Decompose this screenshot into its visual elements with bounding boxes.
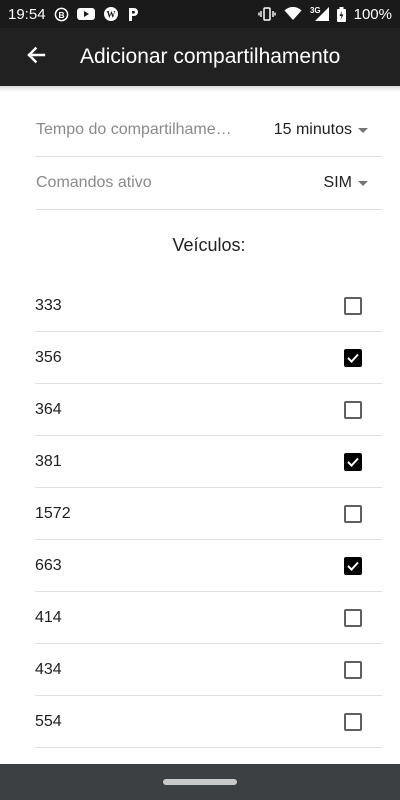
vehicle-checkbox[interactable] (344, 712, 362, 731)
dropdown-caret-icon (358, 127, 368, 133)
commands-active-label: Comandos ativo (36, 174, 152, 191)
svg-text:B: B (58, 9, 64, 19)
check-icon (347, 353, 359, 363)
vehicle-checkbox[interactable] (344, 608, 362, 627)
vehicle-checkbox[interactable] (344, 348, 362, 367)
wordpress-icon: W (103, 6, 119, 22)
vehicle-checkbox[interactable] (344, 504, 362, 523)
vehicle-row[interactable]: 1572 (35, 488, 382, 540)
vehicle-checkbox[interactable] (344, 556, 362, 575)
vehicle-checkbox[interactable] (344, 400, 362, 419)
home-handle[interactable] (163, 779, 237, 785)
status-left: 19:54 B W (8, 6, 139, 23)
vehicles-heading: Veículos: (172, 234, 246, 255)
vehicle-row[interactable]: 356 (35, 332, 382, 384)
vehicle-name: 364 (35, 400, 62, 418)
vibrate-icon (258, 7, 276, 21)
svg-text:W: W (106, 10, 115, 20)
youtube-icon (76, 7, 95, 21)
app-bar: Adicionar compartilhamento (0, 28, 400, 86)
p-icon (127, 7, 139, 22)
share-duration-select[interactable]: 15 minutos (274, 121, 382, 139)
vehicle-checkbox[interactable] (344, 296, 362, 315)
commands-active-row: Comandos ativo SIM (36, 157, 382, 210)
commands-active-select[interactable]: SIM (324, 174, 382, 192)
dropdown-caret-icon (358, 180, 368, 186)
vehicle-row[interactable]: 364 (35, 384, 382, 436)
back-button[interactable] (0, 28, 72, 86)
vehicle-name: 554 (35, 712, 62, 730)
arrow-back-icon (26, 45, 46, 70)
share-duration-label: Tempo do compartilhamento (36, 121, 236, 138)
vehicle-name: 356 (35, 348, 62, 366)
battery-percent: 100% (353, 5, 392, 23)
share-duration-row: Tempo do compartilhamento 15 minutos (36, 104, 382, 157)
b-circle-icon: B (54, 7, 69, 22)
form-content: Tempo do compartilhamento 15 minutos Com… (35, 104, 382, 800)
vehicle-row[interactable]: 381 (35, 436, 382, 488)
vehicle-row[interactable]: 414 (35, 592, 382, 644)
vehicle-checkbox[interactable] (344, 452, 362, 471)
vehicle-name: 1572 (35, 504, 71, 522)
check-icon (347, 561, 359, 571)
vehicle-list: 3333563643811572663414434554577 (35, 280, 382, 800)
battery-icon (336, 6, 346, 22)
vehicle-row[interactable]: 663 (35, 540, 382, 592)
vehicle-name: 663 (35, 556, 62, 574)
system-nav-bar (0, 764, 400, 800)
vehicle-name: 381 (35, 452, 62, 470)
vehicle-name: 414 (35, 608, 62, 626)
wifi-icon (284, 7, 302, 21)
app-bar-shadow (0, 86, 400, 92)
vehicle-name: 333 (35, 296, 62, 314)
cell-signal-icon: 3G (309, 5, 329, 21)
vehicle-name: 434 (35, 660, 62, 678)
status-time: 19:54 (8, 5, 46, 23)
check-icon (347, 457, 359, 467)
commands-active-value: SIM (323, 174, 352, 191)
vehicle-checkbox[interactable] (344, 660, 362, 679)
page-title: Adicionar compartilhamento (80, 45, 341, 68)
vehicle-row[interactable]: 434 (35, 644, 382, 696)
status-right: 3G 100% (258, 6, 392, 23)
share-duration-value: 15 minutos (273, 121, 352, 138)
vehicle-row[interactable]: 554 (35, 696, 382, 748)
vehicle-row[interactable]: 333 (35, 280, 382, 332)
status-bar: 19:54 B W 3G 100% (0, 0, 400, 28)
network-type: 3G (309, 5, 321, 15)
